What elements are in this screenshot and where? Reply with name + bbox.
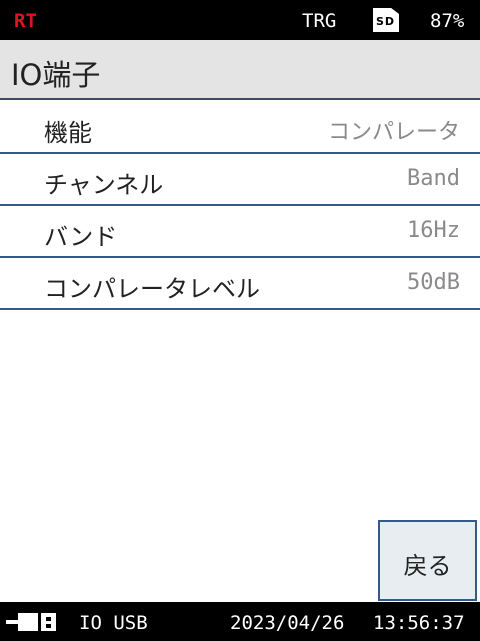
battery-level: 87% <box>430 10 465 32</box>
setting-row-band[interactable]: バンド 16Hz <box>0 206 480 258</box>
title-bar: IO端子 <box>0 40 480 100</box>
bottom-status-bar: IO USB 2023/04/26 13:56:37 <box>0 602 480 641</box>
setting-value: 16Hz <box>407 218 460 243</box>
setting-value: 50dB <box>407 270 460 295</box>
sd-card-label: SD <box>376 15 396 28</box>
setting-value: コンパレータ <box>327 120 460 145</box>
setting-row-comparator-level[interactable]: コンパレータレベル 50dB <box>0 258 480 310</box>
setting-value: Band <box>407 166 460 191</box>
trigger-indicator: TRG <box>302 10 337 32</box>
setting-label: コンパレータレベル <box>44 275 260 303</box>
top-status-bar: RT TRG SD 87% <box>0 0 480 40</box>
current-time: 13:56:37 <box>373 612 465 634</box>
back-button[interactable]: 戻る <box>378 520 477 601</box>
ac-plug-icon <box>6 613 56 631</box>
sd-card-icon: SD <box>373 8 399 32</box>
setting-label: チャンネル <box>44 171 164 199</box>
setting-label: 機能 <box>44 119 92 147</box>
connection-status: IO USB <box>79 612 148 634</box>
setting-row-channel[interactable]: チャンネル Band <box>0 154 480 206</box>
setting-row-function[interactable]: 機能 コンパレータ <box>0 102 480 154</box>
back-button-label: 戻る <box>403 552 452 580</box>
settings-list: 機能 コンパレータ チャンネル Band バンド 16Hz コンパレータレベル … <box>0 102 480 310</box>
mode-indicator: RT <box>14 10 37 32</box>
current-date: 2023/04/26 <box>230 612 345 634</box>
setting-label: バンド <box>44 223 118 251</box>
page-title: IO端子 <box>11 58 101 92</box>
